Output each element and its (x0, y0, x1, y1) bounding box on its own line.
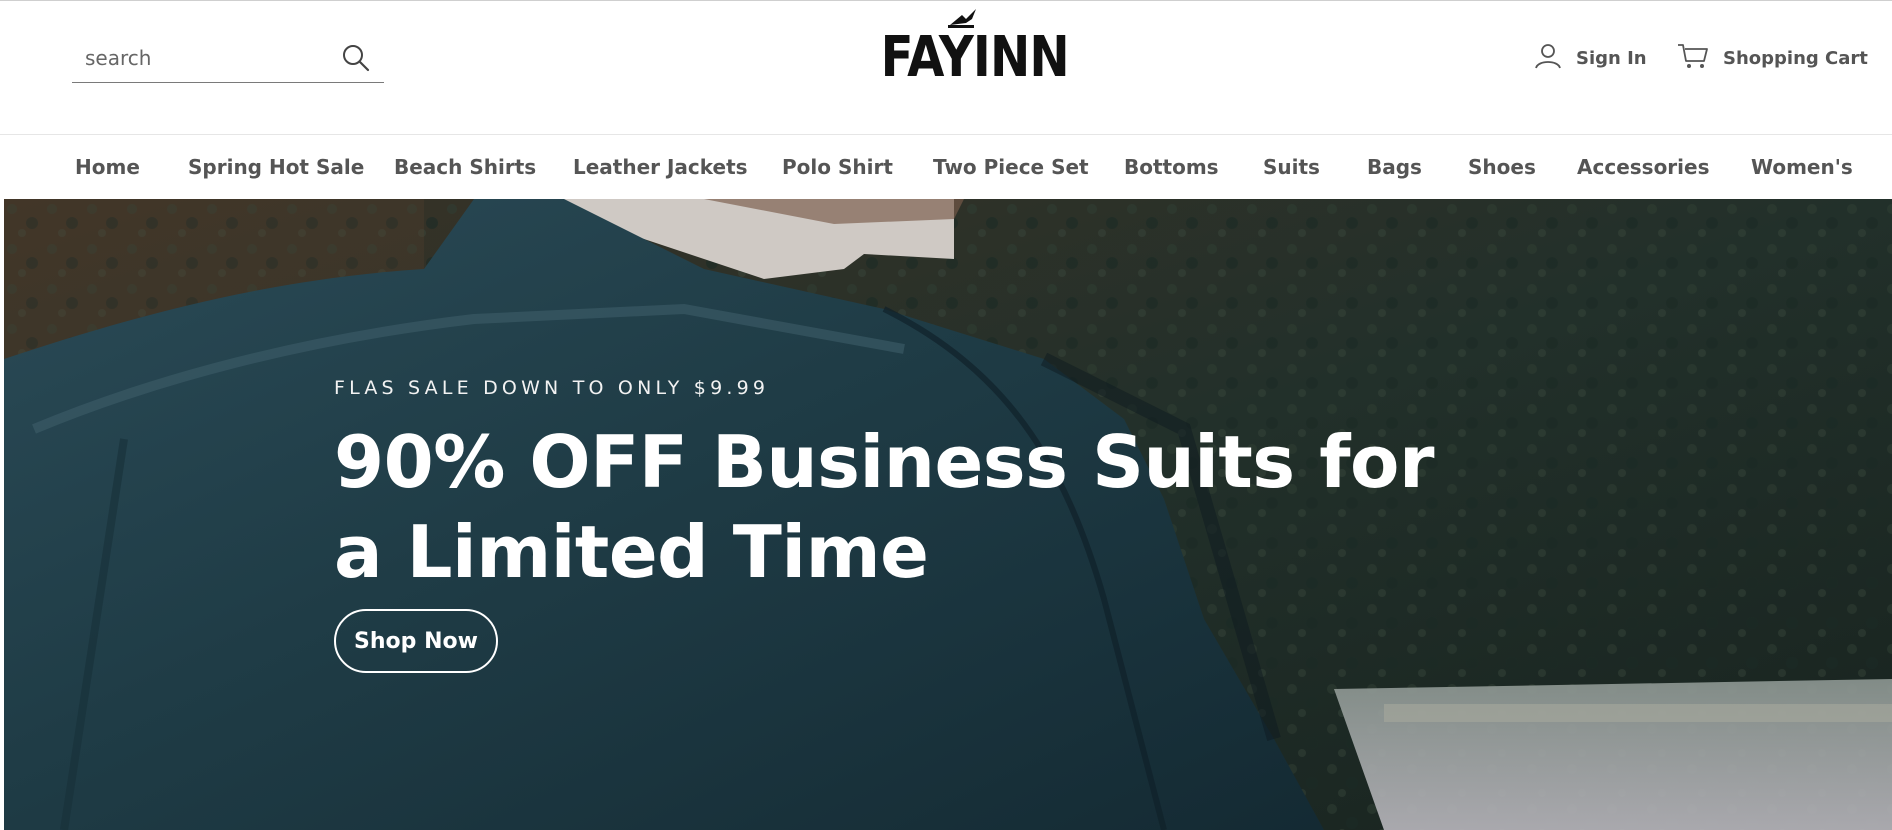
search-bar (72, 37, 384, 83)
nav-item-two-piece-set[interactable]: Two Piece Set (933, 155, 1089, 179)
nav-item-shoes[interactable]: Shoes (1468, 155, 1536, 179)
nav-item-bags[interactable]: Bags (1367, 155, 1422, 179)
search-input[interactable] (85, 43, 335, 73)
user-icon (1534, 42, 1562, 75)
nav-item-womens[interactable]: Women's (1751, 155, 1853, 179)
nav-item-spring-hot-sale[interactable]: Spring Hot Sale (188, 155, 364, 179)
sign-in-link[interactable]: Sign In (1534, 43, 1647, 73)
shopping-cart-link[interactable]: Shopping Cart (1677, 43, 1868, 73)
shopping-cart-label: Shopping Cart (1723, 47, 1868, 69)
cart-icon (1677, 42, 1709, 75)
nav-item-suits[interactable]: Suits (1263, 155, 1320, 179)
nav-item-home[interactable]: Home (75, 155, 140, 179)
nav-item-accessories[interactable]: Accessories (1577, 155, 1710, 179)
brand-logo[interactable]: FAYINN (868, 5, 1070, 90)
nav-item-leather-jackets[interactable]: Leather Jackets (573, 155, 748, 179)
nav-item-beach-shirts[interactable]: Beach Shirts (394, 155, 536, 179)
hero-title: 90% OFF Business Suits for a Limited Tim… (334, 420, 1435, 594)
shop-now-button[interactable]: Shop Now (334, 609, 498, 673)
hero-eyebrow: FLAS SALE DOWN TO ONLY $9.99 (334, 377, 770, 399)
search-icon[interactable] (340, 42, 372, 74)
hero-banner: FLAS SALE DOWN TO ONLY $9.99 90% OFF Bus… (4, 199, 1892, 830)
nav-item-bottoms[interactable]: Bottoms (1124, 155, 1219, 179)
nav-item-polo-shirt[interactable]: Polo Shirt (782, 155, 893, 179)
brand-name: FAYINN (880, 25, 1070, 90)
site-header: FAYINN Sign In Shopping Cart (0, 1, 1892, 134)
sign-in-label: Sign In (1576, 47, 1647, 69)
main-nav: Home Spring Hot Sale Beach Shirts Leathe… (0, 135, 1892, 199)
